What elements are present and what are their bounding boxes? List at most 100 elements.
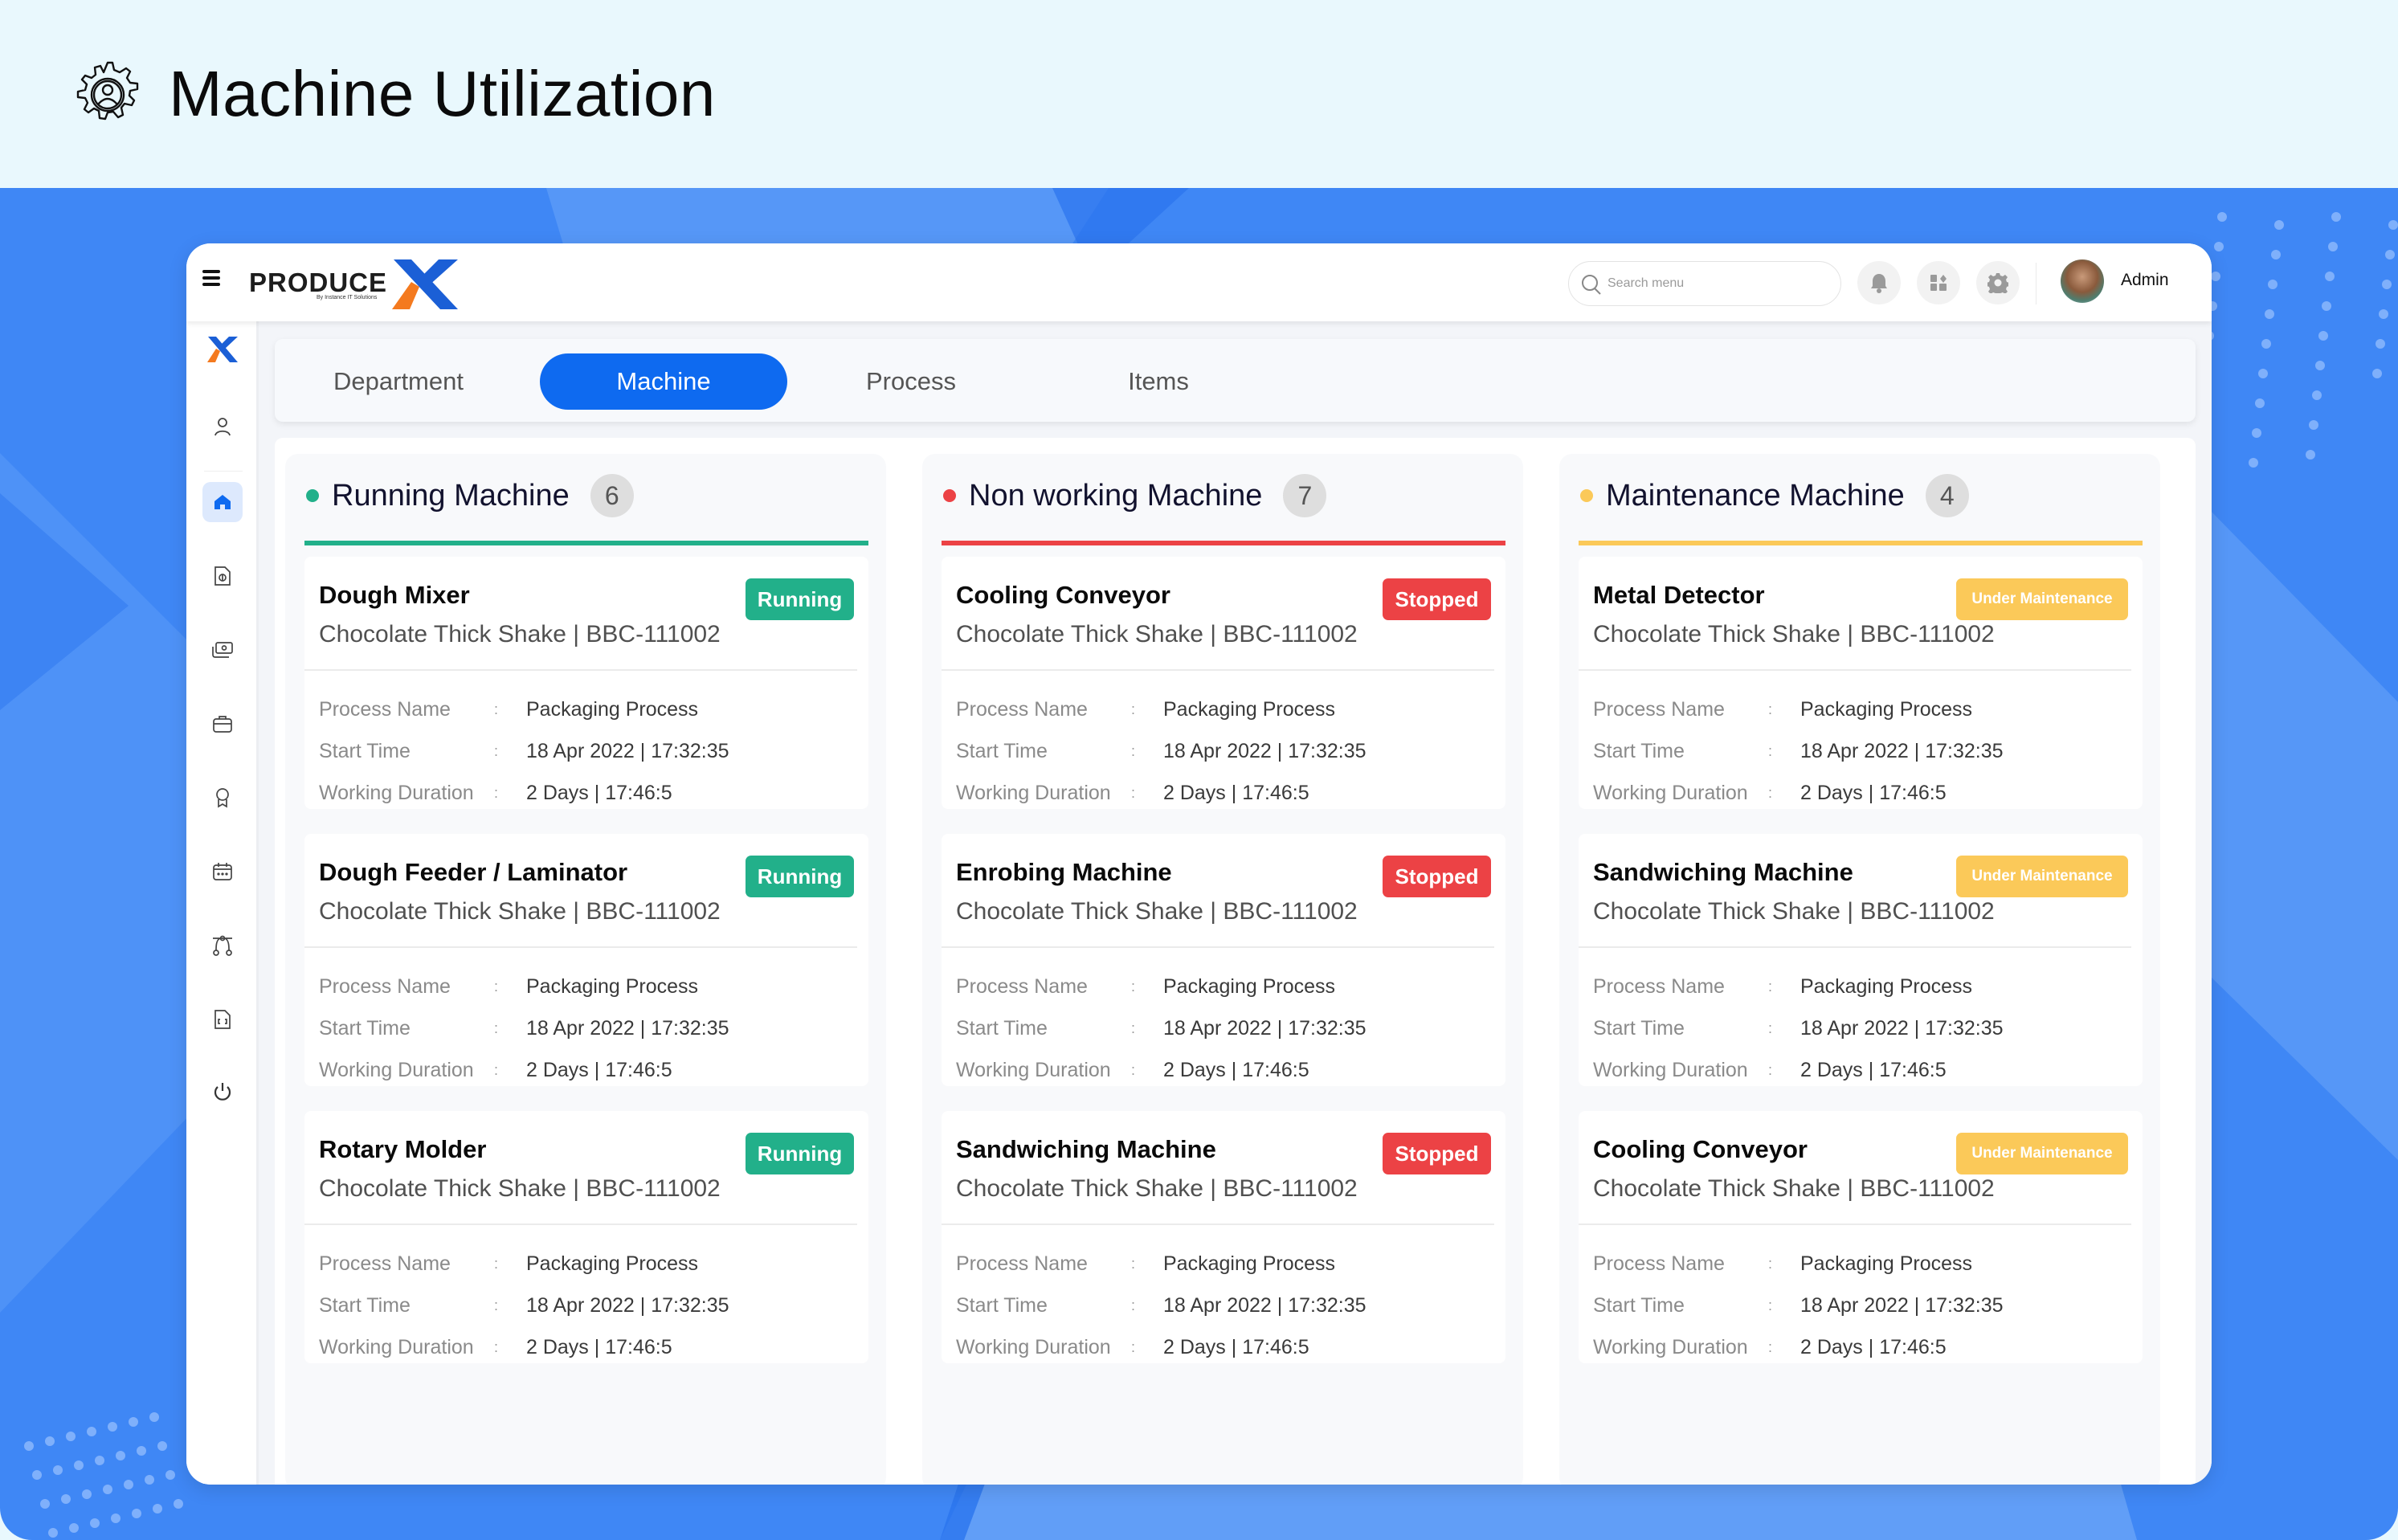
tab-machine[interactable]: Machine [540,353,787,410]
product-batch: Chocolate Thick Shake | BBC-111002 [1593,898,1995,925]
column-title: Non working Machine [969,478,1263,513]
decorative-dot [2258,369,2268,378]
process-row: Process Name : Packaging Process [1593,693,1972,725]
decorative-dot [61,1494,71,1504]
settings-button[interactable] [1976,261,2020,304]
duration-value: 2 Days | 17:46:5 [1800,1058,1947,1081]
decorative-dot [2385,250,2395,259]
decorative-dot [174,1499,183,1509]
tab-process[interactable]: Process [787,353,1035,410]
apps-icon [1930,275,1947,291]
search-box[interactable] [1568,261,1841,306]
produce-x-logo[interactable]: PRODUCE By Instance IT Solutions [249,251,458,312]
machine-name: Dough Feeder / Laminator [319,858,628,886]
sidebar-divider [204,471,243,472]
decorative-dot [2265,309,2274,319]
sidebar-logo-x-icon[interactable] [202,329,243,370]
machine-card[interactable]: Metal Detector Under Maintenance Chocola… [1579,557,2143,809]
hamburger-menu-icon[interactable] [202,270,220,288]
process-value: Packaging Process [1800,697,1973,721]
field-label: Working Duration [1593,1058,1748,1081]
sidebar-file-code-icon[interactable] [202,999,243,1040]
machine-card[interactable]: Sandwiching Machine Stopped Chocolate Th… [942,1111,1505,1363]
machine-column: Running Machine 6 Dough Mixer Running Ch… [285,454,886,1485]
field-label: Start Time [956,1016,1048,1040]
status-dot-icon [943,489,956,502]
field-separator: : [1768,978,1773,995]
user-avatar[interactable] [2061,259,2104,303]
status-dot-icon [1580,489,1593,502]
decorative-dot [2312,390,2322,400]
sidebar-user-icon[interactable] [202,406,243,447]
field-label: Process Name [319,697,451,721]
brand-tagline: By Instance IT Solutions [317,295,378,300]
decorative-dot [2382,280,2392,289]
start-time-row: Start Time : 18 Apr 2022 | 17:32:35 [319,1012,729,1044]
sidebar-briefcase-icon[interactable] [202,704,243,744]
process-row: Process Name : Packaging Process [319,1248,698,1280]
machine-card[interactable]: Dough Feeder / Laminator Running Chocola… [304,834,868,1086]
decorative-dot [2261,339,2271,349]
tab-items[interactable]: Items [1035,353,1282,410]
sidebar-money-icon[interactable] [202,630,243,670]
process-row: Process Name : Packaging Process [956,1248,1335,1280]
decorative-dot [116,1451,125,1460]
start-time-value: 18 Apr 2022 | 17:32:35 [526,1016,729,1040]
tab-department[interactable]: Department [275,353,522,410]
start-time-value: 18 Apr 2022 | 17:32:35 [526,739,729,762]
duration-value: 2 Days | 17:46:5 [1163,1335,1309,1358]
machine-card[interactable]: Enrobing Machine Stopped Chocolate Thick… [942,834,1505,1086]
decorative-dot [45,1436,55,1446]
process-value: Packaging Process [1800,1252,1973,1275]
settings-icon [1987,273,2008,293]
field-label: Working Duration [956,1058,1111,1081]
card-divider [942,669,1494,671]
sidebar-award-icon[interactable] [202,778,243,818]
decorative-dot [129,1417,138,1427]
machine-card[interactable]: Rotary Molder Running Chocolate Thick Sh… [304,1111,868,1363]
machine-card[interactable]: Sandwiching Machine Under Maintenance Ch… [1579,834,2143,1086]
sidebar-home-icon[interactable] [202,482,243,522]
decorative-dot [66,1432,76,1441]
product-batch: Chocolate Thick Shake | BBC-111002 [319,621,721,647]
product-batch: Chocolate Thick Shake | BBC-111002 [956,1175,1358,1202]
sidebar-document-dollar-icon[interactable] [202,556,243,596]
card-divider [1579,946,2131,948]
decorative-dot [132,1509,141,1518]
product-batch: Chocolate Thick Shake | BBC-111002 [319,898,721,925]
sidebar-calendar-icon[interactable] [202,852,243,892]
search-icon [1582,275,1601,295]
user-name[interactable]: Admin [2121,271,2169,290]
field-label: Process Name [319,974,451,998]
decorative-dot [2255,398,2265,408]
apps-button[interactable] [1917,261,1960,304]
decorative-dot [2376,339,2385,349]
status-badge: Stopped [1383,1133,1491,1174]
decorative-dot [2328,242,2338,251]
product-batch: Chocolate Thick Shake | BBC-111002 [956,898,1358,925]
machine-card[interactable]: Dough Mixer Running Chocolate Thick Shak… [304,557,868,809]
sidebar-vector-nodes-icon[interactable] [202,925,243,966]
decorative-dot [111,1513,121,1523]
decorative-dot [48,1528,58,1538]
decorative-dot [87,1427,96,1436]
duration-row: Working Duration : 2 Days | 17:46:5 [956,1054,1309,1086]
field-label: Working Duration [956,1335,1111,1358]
status-badge: Running [746,1133,854,1174]
machine-card[interactable]: Cooling Conveyor Under Maintenance Choco… [1579,1111,2143,1363]
duration-row: Working Duration : 2 Days | 17:46:5 [956,1331,1309,1363]
decorative-dot [2268,280,2277,289]
field-separator: : [494,1255,499,1272]
decorative-dot [149,1412,159,1422]
field-label: Start Time [319,1293,411,1317]
brand-name: PRODUCE [249,268,388,297]
decorative-dot [2252,428,2261,438]
machine-card[interactable]: Cooling Conveyor Stopped Chocolate Thick… [942,557,1505,809]
decorative-dot [2372,369,2382,378]
notifications-button[interactable] [1857,261,1901,304]
start-time-row: Start Time : 18 Apr 2022 | 17:32:35 [1593,735,2004,767]
sidebar-power-icon[interactable] [202,1072,243,1112]
search-input[interactable] [1608,272,1824,296]
column-title: Running Machine [332,478,570,513]
decorative-dot [53,1465,63,1475]
